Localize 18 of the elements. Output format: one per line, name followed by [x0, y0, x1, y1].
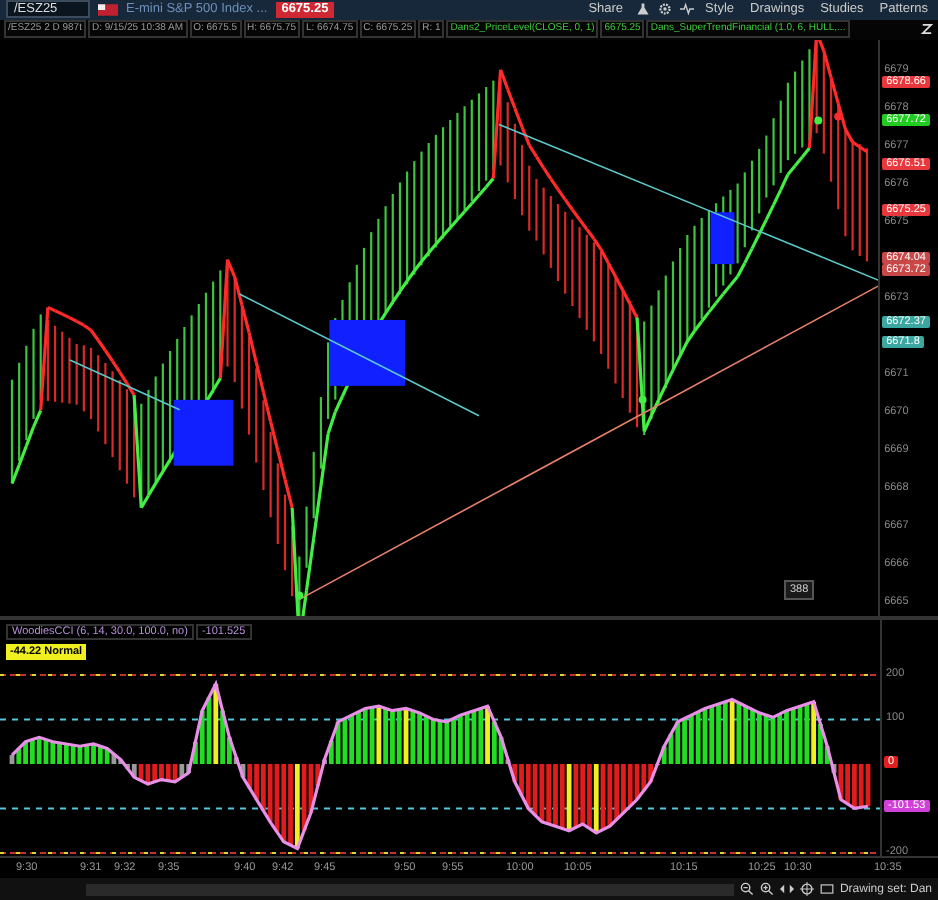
zoom-in-icon[interactable] [759, 882, 774, 897]
zoom-out-icon[interactable] [739, 882, 754, 897]
signal-dot [834, 111, 843, 120]
price-zone [329, 319, 406, 385]
flag-icon [98, 3, 118, 16]
settings-icon[interactable] [657, 2, 672, 17]
scrollbar[interactable] [86, 883, 734, 896]
trend-line [69, 358, 181, 410]
price-zone [710, 211, 735, 264]
crosshair-icon[interactable] [799, 882, 814, 897]
expand-icon[interactable] [779, 882, 794, 897]
zigzag-icon[interactable] [920, 22, 934, 37]
signal-dot [295, 590, 304, 599]
signal-dot [638, 394, 647, 403]
price-zone [173, 398, 234, 465]
signal-dot [814, 115, 823, 124]
wave-icon[interactable] [679, 2, 694, 17]
screen-icon[interactable] [819, 882, 834, 897]
